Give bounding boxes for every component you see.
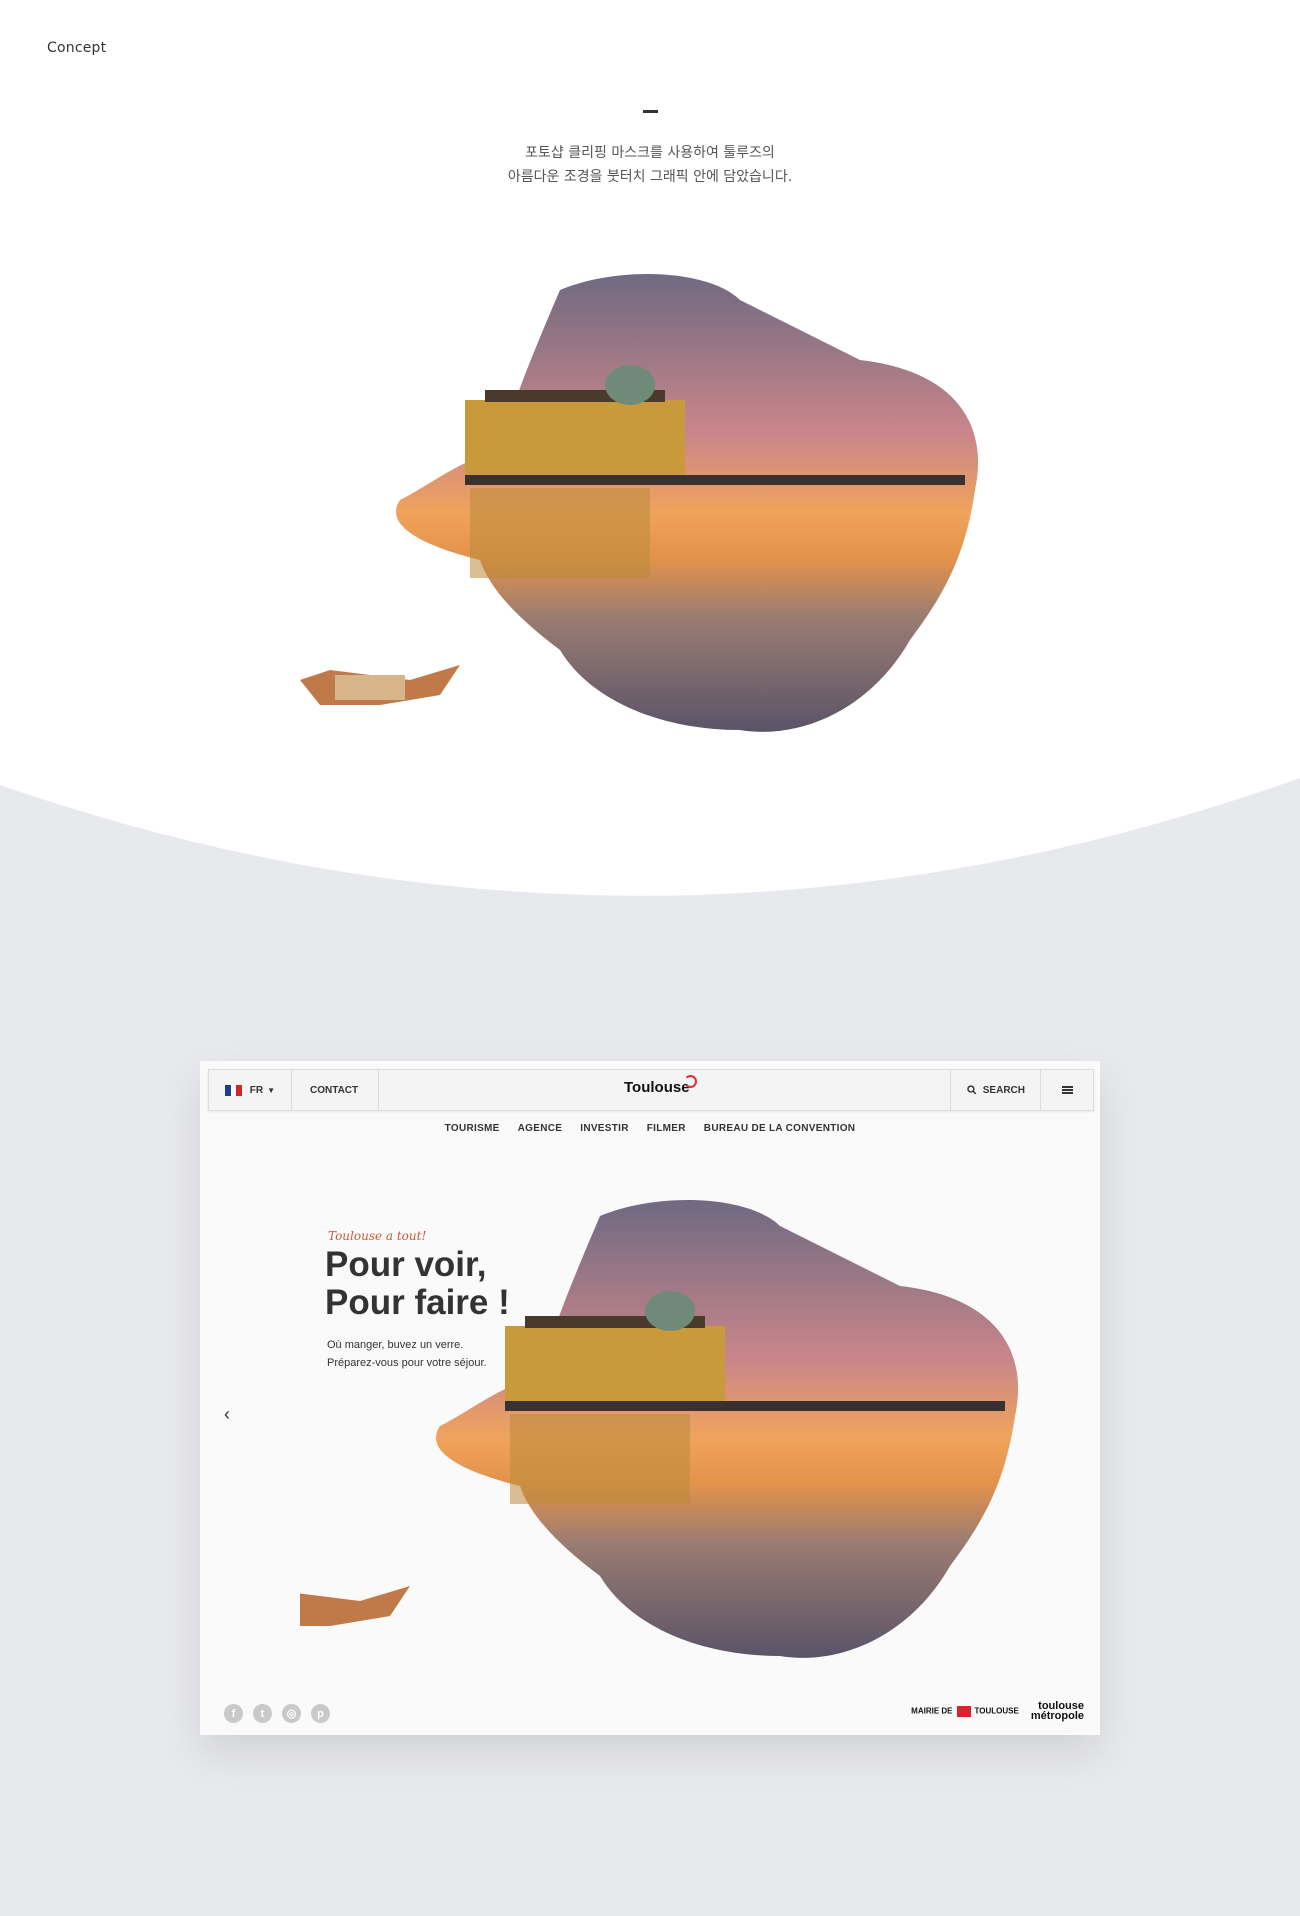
- language-label: FR: [249, 1084, 264, 1096]
- brush-mask-photo-large: [300, 273, 979, 732]
- search-icon: [967, 1085, 977, 1095]
- website-mockup: FR ▼ CONTACT Toulouse SEARCH TOURISME AG…: [200, 1061, 1100, 1735]
- description-line-2: 아름다운 조경을 붓터치 그래픽 안에 담았습니다.: [507, 169, 793, 185]
- logo-text: Toulouse: [624, 1079, 690, 1096]
- twitter-icon[interactable]: t: [253, 1704, 272, 1723]
- nav-item-agence[interactable]: AGENCE: [518, 1123, 563, 1134]
- metropole-line-2: métropole: [1030, 1710, 1084, 1722]
- chevron-left-icon[interactable]: ‹: [224, 1404, 230, 1425]
- metropole-logo[interactable]: toulouse métropole: [1030, 1701, 1084, 1722]
- instagram-icon[interactable]: ◎: [282, 1704, 301, 1723]
- chevron-down-icon: ▼: [267, 1085, 275, 1095]
- logo-swirl-icon: [683, 1075, 697, 1088]
- site-logo[interactable]: Toulouse: [624, 1075, 697, 1096]
- concept-section: Concept 포토샵 클리핑 마스크를 사용하여 툴루즈의 아름다운 조경을 …: [0, 0, 1300, 900]
- main-nav: TOURISME AGENCE INVESTIR FILMER BUREAU D…: [200, 1123, 1100, 1134]
- concept-label: Concept: [47, 40, 107, 56]
- mairie-label: MAIRIE DE: [911, 1706, 953, 1716]
- menu-icon: [1061, 1086, 1073, 1094]
- mairie-logo[interactable]: MAIRIE DE TOULOUSE: [911, 1705, 1019, 1717]
- divider-dash: [643, 110, 658, 113]
- nav-item-bureau[interactable]: BUREAU DE LA CONVENTION: [704, 1123, 856, 1134]
- nav-item-tourisme[interactable]: TOURISME: [445, 1123, 500, 1134]
- mairie-flag-icon: [956, 1705, 971, 1717]
- language-selector[interactable]: FR ▼: [209, 1070, 292, 1110]
- nav-item-investir[interactable]: INVESTIR: [580, 1123, 629, 1134]
- partner-logos: MAIRIE DE TOULOUSE toulouse métropole: [911, 1701, 1084, 1722]
- mairie-city-label: TOULOUSE: [974, 1706, 1019, 1716]
- hero-brush-photo: [300, 1199, 1019, 1658]
- pinterest-icon[interactable]: p: [311, 1704, 330, 1723]
- nav-item-filmer[interactable]: FILMER: [647, 1123, 686, 1134]
- description-line-1: 포토샵 클리핑 마스크를 사용하여 툴루즈의: [525, 145, 775, 161]
- search-button[interactable]: SEARCH: [950, 1070, 1041, 1110]
- menu-button[interactable]: [1040, 1070, 1093, 1110]
- top-navbar: FR ▼ CONTACT Toulouse SEARCH: [208, 1069, 1094, 1111]
- contact-link[interactable]: CONTACT: [292, 1070, 379, 1110]
- social-links: f t ◎ p: [224, 1704, 330, 1723]
- search-label: SEARCH: [982, 1084, 1025, 1096]
- flag-icon: [225, 1084, 242, 1096]
- facebook-icon[interactable]: f: [224, 1704, 243, 1723]
